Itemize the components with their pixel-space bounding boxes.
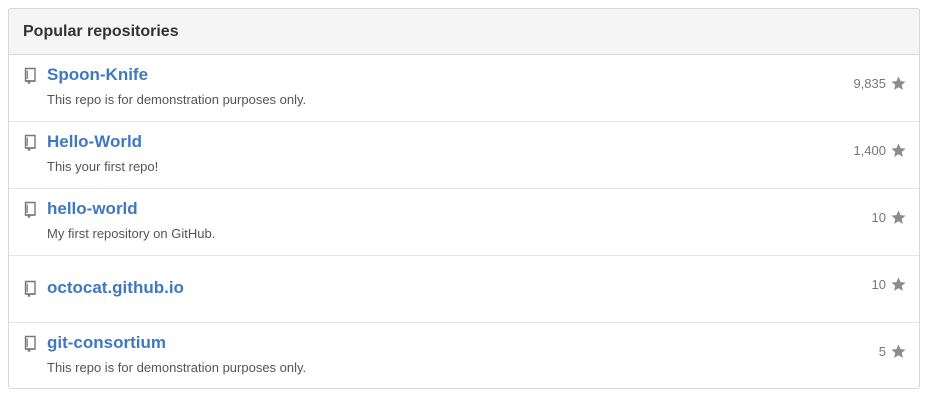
repo-description: This repo is for demonstration purposes … — [47, 360, 307, 375]
star-count-text: 9,835 — [853, 76, 886, 91]
repo-star-count[interactable]: 10 — [872, 209, 907, 226]
repo-book-icon — [24, 67, 36, 85]
repo-list-item: octocat.github.io 10 — [9, 256, 919, 323]
repo-list-item: Hello-World This your first repo! 1,400 — [9, 122, 919, 189]
star-count-text: 5 — [878, 344, 886, 359]
repo-list: Spoon-Knife This repo is for demonstrati… — [9, 55, 919, 388]
star-count-text: 10 — [871, 277, 886, 292]
star-icon — [891, 344, 906, 358]
repo-star-count[interactable]: 9,835 — [853, 75, 907, 92]
panel-header: Popular repositories — [9, 9, 919, 55]
star-count-text: 1,400 — [853, 143, 886, 158]
repo-name-link[interactable]: Spoon-Knife — [47, 65, 148, 85]
repo-list-item: Spoon-Knife This repo is for demonstrati… — [9, 55, 919, 122]
repo-list-item: hello-world My first repository on GitHu… — [9, 189, 919, 256]
repo-book-icon — [24, 280, 36, 298]
repo-description: This repo is for demonstration purposes … — [47, 92, 307, 107]
popular-repositories-panel: Popular repositories Spoon-Knife This re… — [8, 8, 920, 389]
repo-star-count[interactable]: 10 — [872, 276, 907, 293]
repo-name-link[interactable]: hello-world — [47, 199, 138, 219]
star-icon — [891, 277, 906, 291]
repo-name-link[interactable]: git-consortium — [47, 333, 166, 353]
star-icon — [891, 143, 906, 157]
repo-book-icon — [24, 335, 36, 353]
repo-list-item: git-consortium This repo is for demonstr… — [9, 323, 919, 388]
repo-name-link[interactable]: Hello-World — [47, 132, 142, 152]
repo-book-icon — [24, 134, 36, 152]
repo-star-count[interactable]: 1,400 — [853, 142, 907, 159]
star-icon — [891, 76, 906, 90]
repo-description: My first repository on GitHub. — [47, 226, 216, 241]
panel-title: Popular repositories — [23, 22, 179, 40]
star-icon — [891, 210, 906, 224]
repo-star-count[interactable]: 5 — [879, 343, 907, 360]
repo-description: This your first repo! — [47, 159, 159, 174]
repo-book-icon — [24, 201, 36, 219]
repo-name-link[interactable]: octocat.github.io — [47, 278, 184, 298]
star-count-text: 10 — [871, 210, 886, 225]
